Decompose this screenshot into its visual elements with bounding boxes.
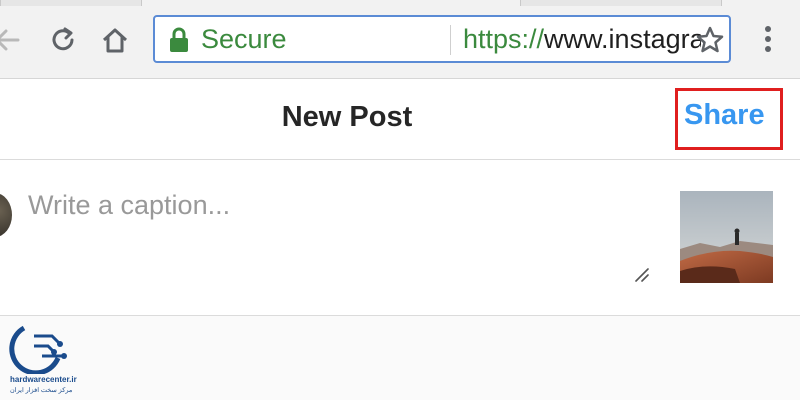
back-button[interactable]	[0, 23, 24, 57]
lock-icon	[170, 27, 188, 52]
reload-button[interactable]	[46, 23, 80, 57]
star-icon[interactable]	[695, 25, 725, 55]
menu-dots-icon[interactable]	[758, 22, 778, 56]
watermark-logo: hardwarecenter.ir مرکز سخت افزار ایران	[4, 318, 84, 398]
browser-tab[interactable]	[0, 0, 142, 6]
caption-input[interactable]	[28, 190, 628, 290]
share-highlight-box	[675, 88, 783, 150]
url-host: www.instagram.com/cr	[544, 24, 701, 54]
caption-section	[0, 160, 800, 316]
watermark-domain: hardwarecenter.ir	[10, 375, 77, 384]
reload-icon	[52, 27, 74, 51]
avatar	[0, 193, 12, 237]
browser-toolbar: Secure https://www.instagram.com/cr	[0, 0, 800, 79]
address-bar[interactable]: Secure https://www.instagram.com/cr	[153, 15, 731, 63]
watermark-tagline: مرکز سخت افزار ایران	[10, 387, 73, 394]
address-separator	[450, 25, 451, 55]
circuit-logo-icon	[9, 325, 67, 376]
back-arrow-icon	[0, 29, 20, 51]
home-button[interactable]	[98, 23, 132, 57]
home-icon	[102, 28, 128, 53]
page-title: New Post	[281, 101, 413, 133]
tab-strip	[0, 0, 800, 6]
security-label: Secure	[201, 24, 287, 54]
url-scheme: https://	[463, 24, 545, 54]
post-thumbnail	[680, 191, 773, 283]
url-text[interactable]: https://www.instagram.com/cr	[463, 24, 701, 55]
resize-handle-icon[interactable]	[632, 265, 650, 283]
browser-tab[interactable]	[520, 0, 722, 6]
